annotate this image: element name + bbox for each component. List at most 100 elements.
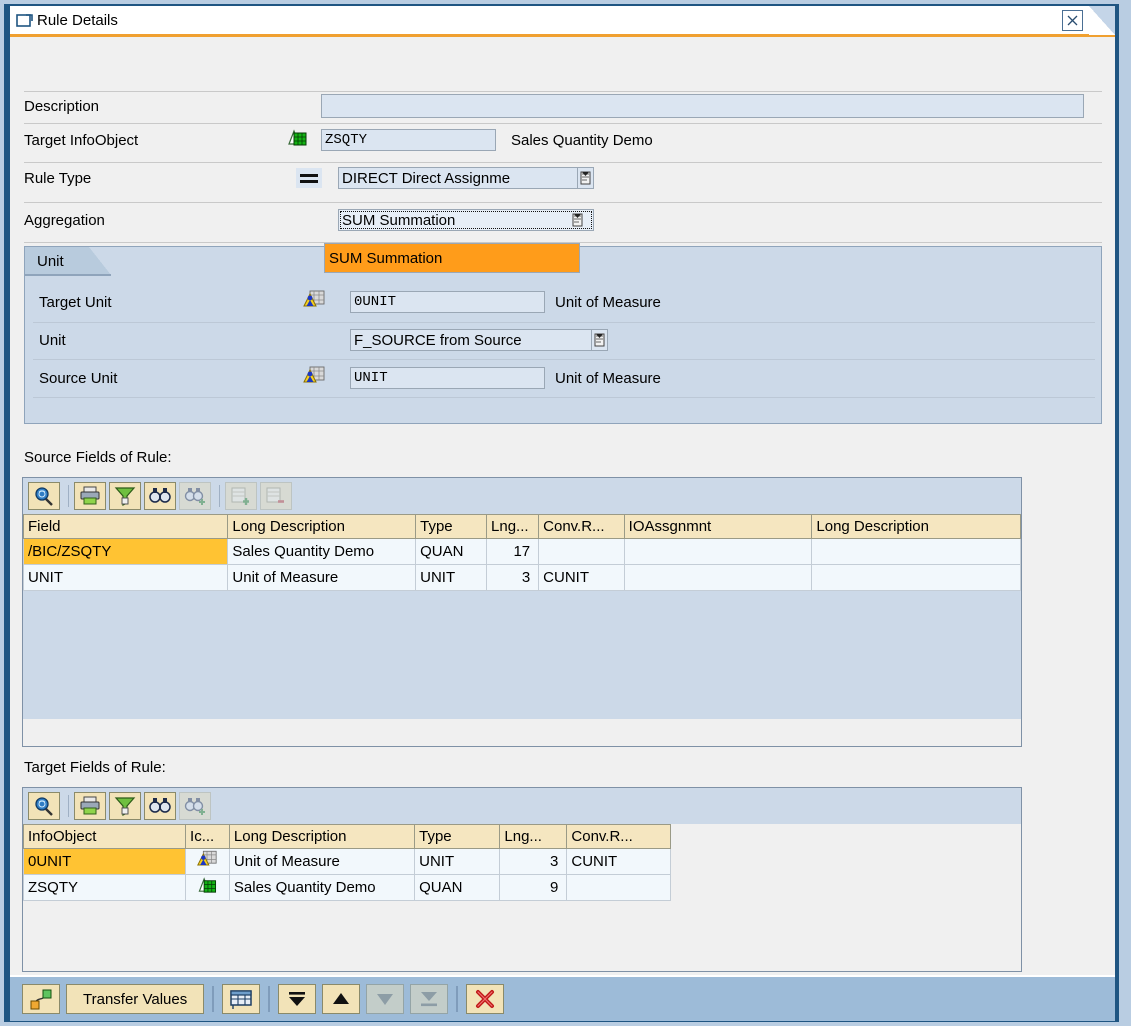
aggregation-dropdown-list[interactable]: SUM Summation	[324, 243, 580, 273]
unit-infoobject-icon	[302, 290, 326, 314]
column-header-infoobject[interactable]: InfoObject	[24, 825, 186, 849]
cell-lng[interactable]: 9	[500, 875, 567, 901]
print-icon[interactable]	[74, 792, 106, 820]
cell-field[interactable]: /BIC/ZSQTY	[24, 539, 228, 565]
rule-link-icon[interactable]	[22, 984, 60, 1014]
tab-underline	[25, 274, 111, 276]
table-view-icon[interactable]	[222, 984, 260, 1014]
cell-type[interactable]: QUAN	[416, 539, 487, 565]
last-row-icon	[410, 984, 448, 1014]
target-infoobject-input[interactable]: ZSQTY	[321, 129, 496, 151]
rule-type-label: Rule Type	[24, 170, 91, 187]
cell-conv-r[interactable]	[567, 875, 671, 901]
cell-lng[interactable]: 17	[487, 539, 539, 565]
rule-type-value: DIRECT Direct Assignme	[342, 170, 577, 187]
column-header-conv-r[interactable]: Conv.R...	[539, 515, 625, 539]
source-fields-table: Field Long Description Type Lng... Conv.…	[23, 514, 1021, 591]
divider	[33, 397, 1095, 398]
cell-long-description[interactable]: Unit of Measure	[229, 849, 414, 875]
tab-slant-decoration	[89, 247, 111, 275]
cell-infoobject[interactable]: ZSQTY	[24, 875, 186, 901]
target-unit-label: Target Unit	[39, 294, 112, 311]
column-header-type[interactable]: Type	[415, 825, 500, 849]
column-header-icon[interactable]: Ic...	[186, 825, 230, 849]
details-icon[interactable]	[28, 482, 60, 510]
column-header-type[interactable]: Type	[416, 515, 487, 539]
divider	[33, 359, 1095, 360]
list-dropdown-icon[interactable]	[591, 330, 607, 350]
column-header-long-description-2[interactable]: Long Description	[812, 515, 1021, 539]
find-icon[interactable]	[144, 792, 176, 820]
column-header-conv-r[interactable]: Conv.R...	[567, 825, 671, 849]
filter-icon[interactable]	[109, 482, 141, 510]
print-icon[interactable]	[74, 482, 106, 510]
cell-long-description-2[interactable]	[812, 565, 1021, 591]
aggregation-select[interactable]: SUM Summation	[338, 209, 594, 231]
toolbar-separator	[68, 485, 69, 507]
divider	[33, 322, 1095, 323]
transfer-values-label: Transfer Values	[83, 991, 187, 1008]
filter-icon[interactable]	[109, 792, 141, 820]
cell-long-description-2[interactable]	[812, 539, 1021, 565]
target-table-header-row: InfoObject Ic... Long Description Type L…	[24, 825, 671, 849]
description-input[interactable]	[321, 94, 1084, 118]
column-header-long-description[interactable]: Long Description	[228, 515, 416, 539]
cancel-red-x-icon[interactable]	[466, 984, 504, 1014]
cell-io-assignment[interactable]	[624, 539, 812, 565]
source-grid: Field Long Description Type Lng... Conv.…	[22, 477, 1022, 747]
dialog-footer-toolbar: Transfer Values	[10, 975, 1115, 1021]
unit-infoobject-icon	[186, 849, 230, 875]
toolbar-separator	[456, 986, 458, 1012]
cell-type[interactable]: QUAN	[415, 875, 500, 901]
column-header-long-description[interactable]: Long Description	[229, 825, 414, 849]
source-grid-empty-area	[23, 591, 1021, 719]
list-dropdown-icon[interactable]	[570, 210, 585, 230]
source-unit-label: Source Unit	[39, 370, 117, 387]
column-header-field[interactable]: Field	[24, 515, 228, 539]
column-header-io-assignment[interactable]: IOAssgnmnt	[624, 515, 812, 539]
rule-type-select[interactable]: DIRECT Direct Assignme	[338, 167, 594, 189]
source-unit-input[interactable]: UNIT	[350, 367, 545, 389]
cell-lng[interactable]: 3	[487, 565, 539, 591]
target-unit-input[interactable]: 0UNIT	[350, 291, 545, 313]
column-header-lng[interactable]: Lng...	[487, 515, 539, 539]
cell-lng[interactable]: 3	[500, 849, 567, 875]
divider	[24, 162, 1102, 163]
form-row-source-unit: Source Unit UNIT Unit of Measure	[39, 365, 1089, 391]
first-row-icon[interactable]	[278, 984, 316, 1014]
cell-conv-r[interactable]: CUNIT	[539, 565, 625, 591]
details-icon[interactable]	[28, 792, 60, 820]
find-icon[interactable]	[144, 482, 176, 510]
unit-value: F_SOURCE from Source	[354, 332, 591, 349]
divider	[24, 202, 1102, 203]
target-grid-empty-area	[23, 901, 1021, 941]
target-grid-toolbar	[23, 788, 1021, 824]
toolbar-separator	[212, 986, 214, 1012]
cell-long-description[interactable]: Unit of Measure	[228, 565, 416, 591]
cell-conv-r[interactable]: CUNIT	[567, 849, 671, 875]
aggregation-value: SUM Summation	[342, 212, 570, 229]
table-row[interactable]: 0UNIT Unit of Measure UNIT	[24, 849, 671, 875]
cell-long-description[interactable]: Sales Quantity Demo	[228, 539, 416, 565]
table-row[interactable]: /BIC/ZSQTY Sales Quantity Demo QUAN 17	[24, 539, 1021, 565]
cell-io-assignment[interactable]	[624, 565, 812, 591]
table-row[interactable]: UNIT Unit of Measure UNIT 3 CUNIT	[24, 565, 1021, 591]
close-button[interactable]	[1062, 10, 1083, 31]
tab-unit[interactable]: Unit	[25, 247, 89, 275]
dialog-icon	[16, 13, 34, 28]
list-dropdown-icon[interactable]	[577, 168, 593, 188]
cell-infoobject[interactable]: 0UNIT	[24, 849, 186, 875]
cell-conv-r[interactable]	[539, 539, 625, 565]
cell-type[interactable]: UNIT	[416, 565, 487, 591]
cell-field[interactable]: UNIT	[24, 565, 228, 591]
dialog-title-bar: Rule Details	[10, 6, 1115, 37]
previous-row-icon[interactable]	[322, 984, 360, 1014]
aggregation-option-sum[interactable]: SUM Summation	[325, 244, 579, 272]
cell-long-description[interactable]: Sales Quantity Demo	[229, 875, 414, 901]
transfer-values-button[interactable]: Transfer Values	[66, 984, 204, 1014]
unit-select[interactable]: F_SOURCE from Source	[350, 329, 608, 351]
find-next-icon	[179, 792, 211, 820]
column-header-lng[interactable]: Lng...	[500, 825, 567, 849]
table-row[interactable]: ZSQTY Sales Quantity Demo QUAN 9	[24, 875, 671, 901]
cell-type[interactable]: UNIT	[415, 849, 500, 875]
